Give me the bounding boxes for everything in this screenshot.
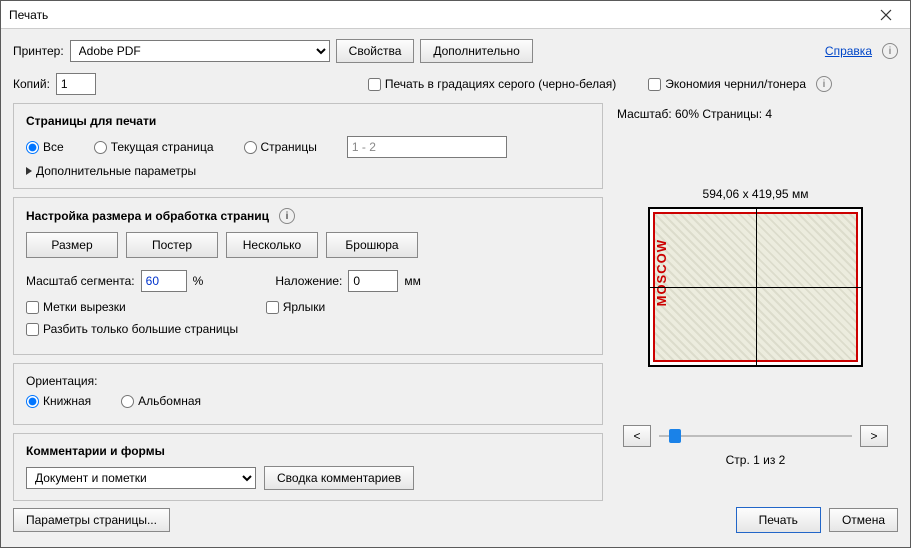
- info-icon[interactable]: i: [279, 208, 295, 224]
- page-indicator: Стр. 1 из 2: [726, 453, 786, 467]
- overlap-unit: мм: [404, 274, 421, 288]
- slider-thumb[interactable]: [669, 429, 681, 443]
- next-page-button[interactable]: >: [860, 425, 888, 447]
- overlap-label: Наложение:: [275, 274, 342, 288]
- printer-label: Принтер:: [13, 44, 64, 58]
- pages-radio-row: Все Текущая страница Страницы: [26, 136, 590, 158]
- page-nav-row: < >: [613, 425, 898, 447]
- left-column: Страницы для печати Все Текущая страница…: [13, 103, 603, 503]
- scale-info: Масштаб: 60% Страницы: 4: [617, 107, 772, 121]
- comments-select[interactable]: Документ и пометки: [26, 467, 256, 489]
- scale-label: Масштаб сегмента:: [26, 274, 135, 288]
- labels-checkbox[interactable]: Ярлыки: [266, 300, 326, 314]
- bottom-bar: Параметры страницы... Печать Отмена: [1, 503, 910, 547]
- printer-row: Принтер: Adobe PDF Свойства Дополнительн…: [13, 39, 898, 63]
- comments-row: Документ и пометки Сводка комментариев: [26, 466, 590, 490]
- print-dialog: Печать Принтер: Adobe PDF Свойства Допол…: [0, 0, 911, 548]
- dialog-body: Принтер: Adobe PDF Свойства Дополнительн…: [1, 29, 910, 503]
- copies-row: Копий: Печать в градациях серого (черно-…: [13, 73, 898, 95]
- pages-panel-title: Страницы для печати: [26, 114, 590, 128]
- scale-input[interactable]: [141, 270, 187, 292]
- cut-marks-checkbox[interactable]: Метки вырезки: [26, 300, 126, 314]
- dialog-title: Печать: [9, 8, 870, 22]
- cancel-button[interactable]: Отмена: [829, 508, 898, 532]
- marks-row: Метки вырезки Ярлыки: [26, 300, 590, 314]
- print-button[interactable]: Печать: [736, 507, 821, 533]
- split-large-checkbox[interactable]: Разбить только большие страницы: [26, 322, 238, 336]
- prev-page-button[interactable]: <: [623, 425, 651, 447]
- sizing-panel: Настройка размера и обработка страниц i …: [13, 197, 603, 355]
- titlebar: Печать: [1, 1, 910, 29]
- tab-poster[interactable]: Постер: [126, 232, 218, 258]
- scale-row: Масштаб сегмента: % Наложение: мм: [26, 270, 590, 292]
- help-icon[interactable]: i: [882, 43, 898, 59]
- page-setup-button[interactable]: Параметры страницы...: [13, 508, 170, 532]
- sizing-panel-title: Настройка размера и обработка страниц i: [26, 208, 590, 224]
- orientation-title: Ориентация:: [26, 374, 590, 388]
- save-ink-input[interactable]: [648, 78, 661, 91]
- preview-dimensions: 594,06 x 419,95 мм: [703, 187, 809, 201]
- advanced-button[interactable]: Дополнительно: [420, 39, 532, 63]
- grayscale-checkbox[interactable]: Печать в градациях серого (черно-белая): [368, 77, 616, 91]
- more-options-expander[interactable]: Дополнительные параметры: [26, 164, 590, 178]
- tab-booklet[interactable]: Брошюра: [326, 232, 418, 258]
- split-row: Разбить только большие страницы: [26, 322, 590, 336]
- radio-range[interactable]: Страницы: [244, 140, 317, 154]
- tab-multiple[interactable]: Несколько: [226, 232, 318, 258]
- moscow-label: MOSCOW: [654, 239, 669, 306]
- radio-current[interactable]: Текущая страница: [94, 140, 214, 154]
- copies-input[interactable]: [56, 73, 96, 95]
- properties-button[interactable]: Свойства: [336, 39, 415, 63]
- save-ink-label: Экономия чернил/тонера: [665, 77, 806, 91]
- page-slider[interactable]: [659, 426, 852, 446]
- save-ink-checkbox[interactable]: Экономия чернил/тонера: [648, 77, 806, 91]
- close-button[interactable]: [870, 1, 902, 29]
- radio-portrait[interactable]: Книжная: [26, 394, 91, 408]
- printer-select[interactable]: Adobe PDF: [70, 40, 330, 62]
- orientation-panel: Ориентация: Книжная Альбомная: [13, 363, 603, 425]
- grayscale-label: Печать в градациях серого (черно-белая): [385, 77, 616, 91]
- summary-button[interactable]: Сводка комментариев: [264, 466, 414, 490]
- orientation-row: Книжная Альбомная: [26, 394, 590, 408]
- percent-label: %: [193, 274, 204, 288]
- comments-title: Комментарии и формы: [26, 444, 590, 458]
- preview-box: MOSCOW: [648, 207, 863, 367]
- radio-all[interactable]: Все: [26, 140, 64, 154]
- page-range-input[interactable]: [347, 136, 507, 158]
- tab-size[interactable]: Размер: [26, 232, 118, 258]
- grayscale-input[interactable]: [368, 78, 381, 91]
- radio-landscape[interactable]: Альбомная: [121, 394, 201, 408]
- help-link[interactable]: Справка: [825, 44, 872, 58]
- main-columns: Страницы для печати Все Текущая страница…: [13, 103, 898, 503]
- close-icon: [880, 9, 892, 21]
- pages-panel: Страницы для печати Все Текущая страница…: [13, 103, 603, 189]
- sizing-tabs: Размер Постер Несколько Брошюра: [26, 232, 590, 258]
- overlap-input[interactable]: [348, 270, 398, 292]
- slider-track: [659, 435, 852, 437]
- comments-panel: Комментарии и формы Документ и пометки С…: [13, 433, 603, 501]
- divider-horizontal: [650, 287, 861, 288]
- copies-label: Копий:: [13, 77, 50, 91]
- preview-column: Масштаб: 60% Страницы: 4 594,06 x 419,95…: [613, 103, 898, 503]
- info-icon[interactable]: i: [816, 76, 832, 92]
- chevron-right-icon: [26, 167, 32, 175]
